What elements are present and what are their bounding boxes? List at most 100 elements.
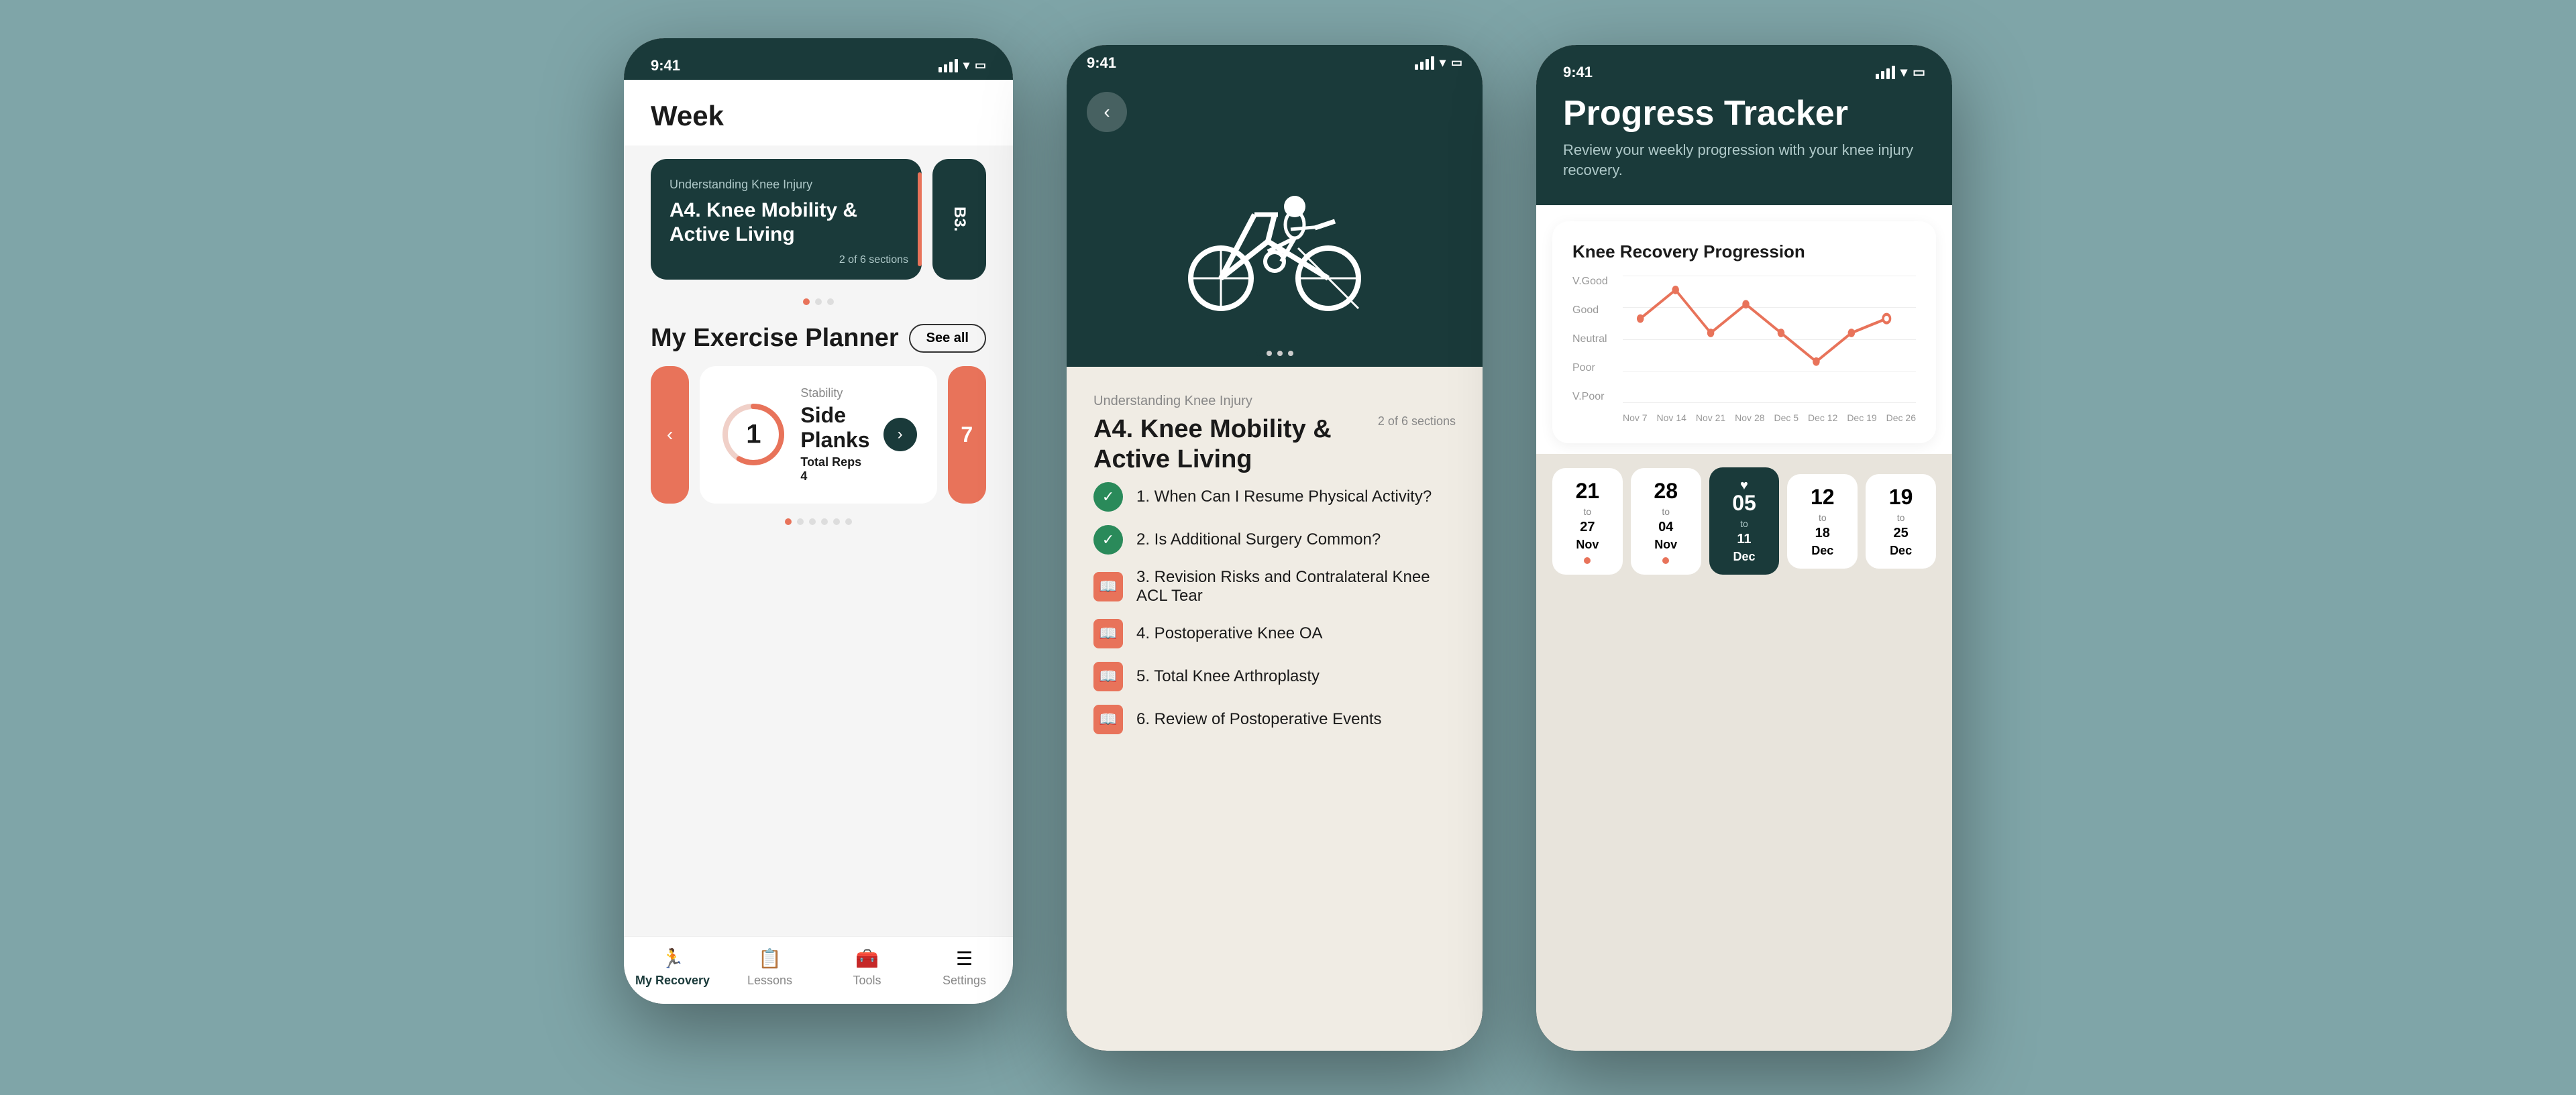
lesson-item-text: 2. Is Additional Surgery Common? [1136, 530, 1381, 549]
exercise-name: Side Planks [800, 403, 869, 453]
progress-tracker-subtitle: Review your weekly progression with your… [1563, 140, 1925, 182]
section-header: My Exercise Planner See all [624, 310, 1013, 359]
nav-my-recovery[interactable]: 🏃 My Recovery [624, 947, 721, 988]
lesson-card-2[interactable]: B3. [932, 159, 986, 280]
week-month: Dec [1811, 544, 1833, 558]
chart-x-label: Nov 7 [1623, 412, 1648, 423]
card-dots [624, 298, 1013, 305]
tools-icon: 🧰 [855, 947, 879, 970]
recovery-chart: V.Good Good Neutral Poor V.Poor [1572, 276, 1916, 423]
week-num: 21 [1576, 479, 1600, 504]
chart-x-label: Nov 21 [1696, 412, 1725, 423]
week-to: to [1740, 518, 1748, 529]
week-item-21[interactable]: 21 to 27 Nov [1552, 468, 1623, 575]
card-progress-1: 2 of 6 sections [839, 254, 908, 266]
week-item-19[interactable]: 19 to 25 Dec [1866, 474, 1936, 569]
card-title-2: B3. [950, 207, 969, 231]
bottom-nav: 🏃 My Recovery 📋 Lessons 🧰 Tools ☰ Settin… [624, 936, 1013, 1004]
lesson-subtitle: Understanding Knee Injury [1093, 394, 1456, 409]
week-indicator-dot [1584, 557, 1591, 564]
list-item[interactable]: ✓ 1. When Can I Resume Physical Activity… [1093, 482, 1456, 512]
week-range: 04 [1658, 520, 1673, 535]
list-item[interactable]: 📖 3. Revision Risks and Contralateral Kn… [1093, 568, 1456, 606]
exercise-total: 7 [961, 422, 973, 447]
slide-dots [1067, 351, 1483, 356]
chart-x-label: Dec 26 [1886, 412, 1916, 423]
nav-settings[interactable]: ☰ Settings [916, 947, 1013, 988]
status-time-1: 9:41 [651, 57, 680, 74]
phone-1: 9:41 ▾ ▭ Week [624, 38, 1013, 1004]
exercise-reps: Total Reps 4 [800, 455, 869, 483]
week-to: to [1897, 512, 1905, 523]
chart-x-label: Dec 12 [1808, 412, 1837, 423]
week-month: Nov [1576, 538, 1599, 552]
week-item-28[interactable]: 28 to 04 Nov [1631, 468, 1701, 575]
week-num: 05 [1732, 491, 1756, 516]
week-item-05[interactable]: ♥ 05 to 11 Dec [1709, 467, 1780, 575]
status-icons-2: ▾ ▭ [1415, 56, 1462, 70]
section-title: My Exercise Planner [651, 324, 899, 353]
see-all-button[interactable]: See all [909, 324, 986, 353]
lesson-item-text: 4. Postoperative Knee OA [1136, 624, 1323, 643]
exercise-prev[interactable]: ‹ [651, 366, 689, 504]
status-time-3: 9:41 [1563, 64, 1593, 81]
exercise-number: 1 [746, 420, 761, 450]
page-header-1: Week [624, 80, 1013, 146]
nav-lessons-label: Lessons [747, 974, 792, 988]
exercise-card[interactable]: 1 Stability Side Planks Total Reps 4 › [700, 366, 936, 504]
card-subtitle-1: Understanding Knee Injury [669, 178, 903, 192]
week-item-12[interactable]: 12 to 18 Dec [1787, 474, 1858, 569]
list-item[interactable]: 📖 4. Postoperative Knee OA [1093, 619, 1456, 648]
check-icon: ✓ [1093, 482, 1123, 512]
lesson-item-text: 5. Total Knee Arthroplasty [1136, 667, 1320, 686]
lesson-item-text: 3. Revision Risks and Contralateral Knee… [1136, 568, 1456, 606]
lesson-item-text: 1. When Can I Resume Physical Activity? [1136, 487, 1432, 506]
exercise-category: Stability [800, 386, 869, 400]
lesson-title: A4. Knee Mobility & Active Living [1093, 414, 1378, 475]
chart-x-label: Nov 14 [1657, 412, 1686, 423]
chart-x-label: Dec 19 [1847, 412, 1876, 423]
phone-2: 9:41 ▾ ▭ ‹ [1067, 45, 1483, 1051]
lesson-content: Understanding Knee Injury A4. Knee Mobil… [1067, 367, 1483, 761]
exercise-next-arrow[interactable]: › [883, 418, 917, 451]
week-range: 25 [1893, 526, 1908, 541]
chart-y-label: V.Poor [1572, 391, 1619, 403]
week-to: to [1662, 506, 1670, 517]
calendar-section: 21 to 27 Nov 28 to 04 Nov ♥ 05 [1536, 454, 1952, 1050]
back-button[interactable]: ‹ [1087, 92, 1127, 132]
lesson-progress: 2 of 6 sections [1378, 414, 1456, 428]
nav-recovery-label: My Recovery [635, 974, 710, 988]
book-icon: 📖 [1093, 572, 1123, 601]
lesson-list: ✓ 1. When Can I Resume Physical Activity… [1093, 482, 1456, 734]
nav-tools[interactable]: 🧰 Tools [818, 947, 916, 988]
book-icon: 📖 [1093, 705, 1123, 734]
week-month: Dec [1733, 550, 1755, 564]
lesson-card-1[interactable]: Understanding Knee Injury A4. Knee Mobil… [651, 159, 922, 280]
phone-3: 9:41 ▾ ▭ Progress Tracker Review your we… [1536, 45, 1952, 1051]
chart-section: Knee Recovery Progression V.Good Good Ne… [1552, 221, 1936, 443]
status-time-2: 9:41 [1087, 54, 1116, 72]
exercise-next[interactable]: 7 [948, 366, 986, 504]
list-item[interactable]: 📖 6. Review of Postoperative Events [1093, 705, 1456, 734]
week-indicator-dot [1662, 557, 1669, 564]
chart-y-label: V.Good [1572, 276, 1619, 288]
nav-tools-label: Tools [853, 974, 881, 988]
exercise-dots [624, 518, 1013, 525]
nav-settings-label: Settings [943, 974, 986, 988]
book-icon: 📖 [1093, 619, 1123, 648]
check-icon: ✓ [1093, 525, 1123, 555]
list-item[interactable]: 📖 5. Total Knee Arthroplasty [1093, 662, 1456, 691]
lessons-icon: 📋 [758, 947, 782, 970]
week-range: 18 [1815, 526, 1830, 541]
chart-x-label: Dec 5 [1774, 412, 1799, 423]
week-range: 11 [1737, 532, 1751, 547]
week-num: 28 [1654, 479, 1678, 504]
status-icons-3: ▾ ▭ [1876, 64, 1925, 80]
week-selector: 21 to 27 Nov 28 to 04 Nov ♥ 05 [1552, 467, 1936, 575]
list-item[interactable]: ✓ 2. Is Additional Surgery Common? [1093, 525, 1456, 555]
progress-tracker-title: Progress Tracker [1563, 93, 1925, 133]
phone3-header: 9:41 ▾ ▭ Progress Tracker Review your we… [1536, 45, 1952, 206]
nav-lessons[interactable]: 📋 Lessons [721, 947, 818, 988]
week-month: Nov [1654, 538, 1677, 552]
card-title-1: A4. Knee Mobility & Active Living [669, 198, 903, 247]
